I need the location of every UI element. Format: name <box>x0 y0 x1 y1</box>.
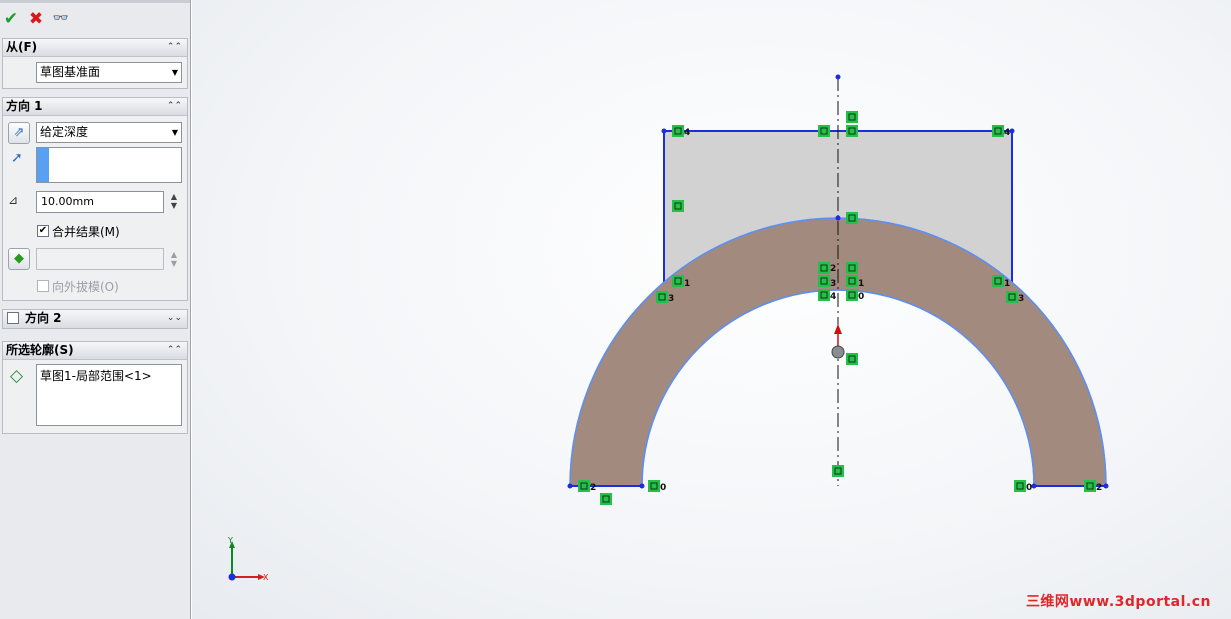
relation-number: 1 <box>1004 279 1010 289</box>
drag-handle-icon[interactable] <box>831 345 845 359</box>
relation-marker-icon[interactable] <box>846 125 858 137</box>
extrude-arrow-icon[interactable] <box>834 324 842 334</box>
watermark: 三维网www.3dportal.cn <box>1025 594 1211 610</box>
arc-end-point[interactable] <box>1103 483 1109 489</box>
from-group: 从(F) ⌃⌃ 草图基准面 ▼ <box>2 38 188 89</box>
corner-point[interactable] <box>661 128 667 134</box>
relation-number: 2 <box>590 483 596 493</box>
property-manager: ✔ ✖ 👓 从(F) ⌃⌃ 草图基准面 ▼ 方向 1 ⌃⌃ ⇗ 给定深度 ▼ ➚… <box>0 0 191 619</box>
direction1-group: 方向 1 ⌃⌃ ⇗ 给定深度 ▼ ➚ ⊿ 10.00mm ▲ ▼ ✔ 合并结果(M… <box>2 97 188 301</box>
reverse-direction-icon[interactable]: ⇗ <box>8 122 30 144</box>
chevron-up-icon[interactable]: ⌃⌃ <box>167 342 182 359</box>
relation-marker-icon[interactable] <box>656 291 668 303</box>
from-group-title: 从(F) <box>6 40 38 54</box>
direction2-checkbox[interactable] <box>7 312 19 324</box>
selected-contours-header[interactable]: 所选轮廓(S) ⌃⌃ <box>3 342 187 360</box>
draft-outward-checkbox[interactable] <box>37 280 49 292</box>
from-select-value: 草图基准面 <box>40 65 101 79</box>
direction2-group-title: 方向 2 <box>25 311 62 325</box>
sketch-canvas[interactable]: 4 41313234102 0 0 2 Y X <box>192 0 1231 619</box>
contours-list[interactable]: 草图1-局部范围<1> <box>36 364 182 426</box>
arc-end-point[interactable] <box>567 483 573 489</box>
direction2-group: 方向 2 ⌄⌄ <box>2 309 188 329</box>
draft-spinner[interactable]: ▲ ▼ <box>167 250 181 268</box>
end-condition-select[interactable]: 给定深度 ▼ <box>36 122 182 143</box>
triad-y-label: Y <box>227 536 233 545</box>
relation-marker-icon[interactable] <box>846 212 858 224</box>
relation-marker-icon[interactable] <box>600 493 612 505</box>
relation-marker-icon[interactable] <box>818 289 830 301</box>
direction2-group-header[interactable]: 方向 2 ⌄⌄ <box>3 310 187 328</box>
list-item[interactable]: 草图1-局部范围<1> <box>37 365 181 386</box>
graphics-area[interactable]: 441313234102002 Y X 三维网www.3dportal.cn <box>192 0 1231 619</box>
chevron-up-icon[interactable]: ⌃⌃ <box>167 98 182 115</box>
relation-number: 2 <box>1096 483 1102 493</box>
contour-icon: ◇ <box>10 366 24 386</box>
relation-number: 4 <box>684 128 690 138</box>
direction-arrow-icon: ➚ <box>11 150 23 166</box>
relation-marker-icon[interactable] <box>578 480 590 492</box>
chevron-up-icon[interactable]: ⌃⌃ <box>167 39 182 56</box>
merge-result-checkbox[interactable]: ✔ <box>37 225 49 237</box>
relation-marker-icon[interactable] <box>1084 480 1096 492</box>
draft-angle-input[interactable] <box>36 248 164 270</box>
relation-marker-icon[interactable] <box>1006 291 1018 303</box>
x-icon[interactable]: ✖ <box>26 9 46 29</box>
arc-end-point[interactable] <box>639 483 645 489</box>
triad-x-label: X <box>263 573 269 582</box>
selection-color-swatch <box>37 148 49 182</box>
relation-number: 0 <box>1026 483 1032 493</box>
relation-marker-icon[interactable] <box>846 111 858 123</box>
direction-vector-field[interactable] <box>36 147 182 183</box>
glasses-icon[interactable]: 👓 <box>51 9 71 29</box>
depth-value: 10.00mm <box>41 195 94 208</box>
chevron-down-icon: ▼ <box>171 128 178 137</box>
selected-contours-group: 所选轮廓(S) ⌃⌃ ◇ 草图1-局部范围<1> <box>2 341 188 434</box>
relation-number: 3 <box>1018 294 1024 304</box>
centerline-top-point[interactable] <box>835 74 841 80</box>
direction1-group-header[interactable]: 方向 1 ⌃⌃ <box>3 98 187 116</box>
depth-dimension-icon: ⊿ <box>8 193 19 207</box>
relation-number: 3 <box>668 294 674 304</box>
relation-marker-icon[interactable] <box>818 125 830 137</box>
chevron-down-icon: ▼ <box>171 68 178 77</box>
depth-input[interactable]: 10.00mm <box>36 191 164 213</box>
depth-spinner[interactable]: ▲ ▼ <box>167 192 181 210</box>
chevron-down-icon[interactable]: ⌄⌄ <box>167 310 182 327</box>
relation-number: 3 <box>830 279 836 289</box>
coordinate-triad-icon: Y X <box>227 536 269 582</box>
relation-marker-icon[interactable] <box>672 125 684 137</box>
relation-marker-icon[interactable] <box>1014 480 1026 492</box>
relation-marker-icon[interactable] <box>846 262 858 274</box>
relation-marker-icon[interactable] <box>818 262 830 274</box>
relation-number: 1 <box>858 279 864 289</box>
relation-number: 0 <box>660 483 666 493</box>
relation-marker-icon[interactable] <box>846 353 858 365</box>
relation-marker-icon[interactable] <box>672 200 684 212</box>
selected-contours-title: 所选轮廓(S) <box>6 343 74 357</box>
draft-icon[interactable]: ◆ <box>8 248 30 270</box>
direction1-group-title: 方向 1 <box>6 99 43 113</box>
draft-outward-label: 向外拔模(O) <box>52 280 119 294</box>
checkmark-icon[interactable]: ✔ <box>1 9 21 29</box>
property-manager-toolbar: ✔ ✖ 👓 <box>0 0 190 34</box>
relation-number: 2 <box>830 264 836 274</box>
relation-marker-icon[interactable] <box>832 465 844 477</box>
relation-marker-icon[interactable] <box>992 275 1004 287</box>
relation-number: 4 <box>830 292 836 302</box>
relation-marker-icon[interactable] <box>992 125 1004 137</box>
relation-number: 4 <box>1004 128 1010 138</box>
relation-number: 1 <box>684 279 690 289</box>
from-group-header[interactable]: 从(F) ⌃⌃ <box>3 39 187 57</box>
relation-number: 0 <box>858 292 864 302</box>
merge-result-label: 合并结果(M) <box>52 225 120 239</box>
arc-top-point[interactable] <box>835 215 841 221</box>
relation-marker-icon[interactable] <box>818 275 830 287</box>
from-select[interactable]: 草图基准面 ▼ <box>36 62 182 83</box>
relation-marker-icon[interactable] <box>648 480 660 492</box>
relation-marker-icon[interactable] <box>846 275 858 287</box>
end-condition-value: 给定深度 <box>40 125 89 139</box>
relation-marker-icon[interactable] <box>672 275 684 287</box>
relation-marker-icon[interactable] <box>846 289 858 301</box>
